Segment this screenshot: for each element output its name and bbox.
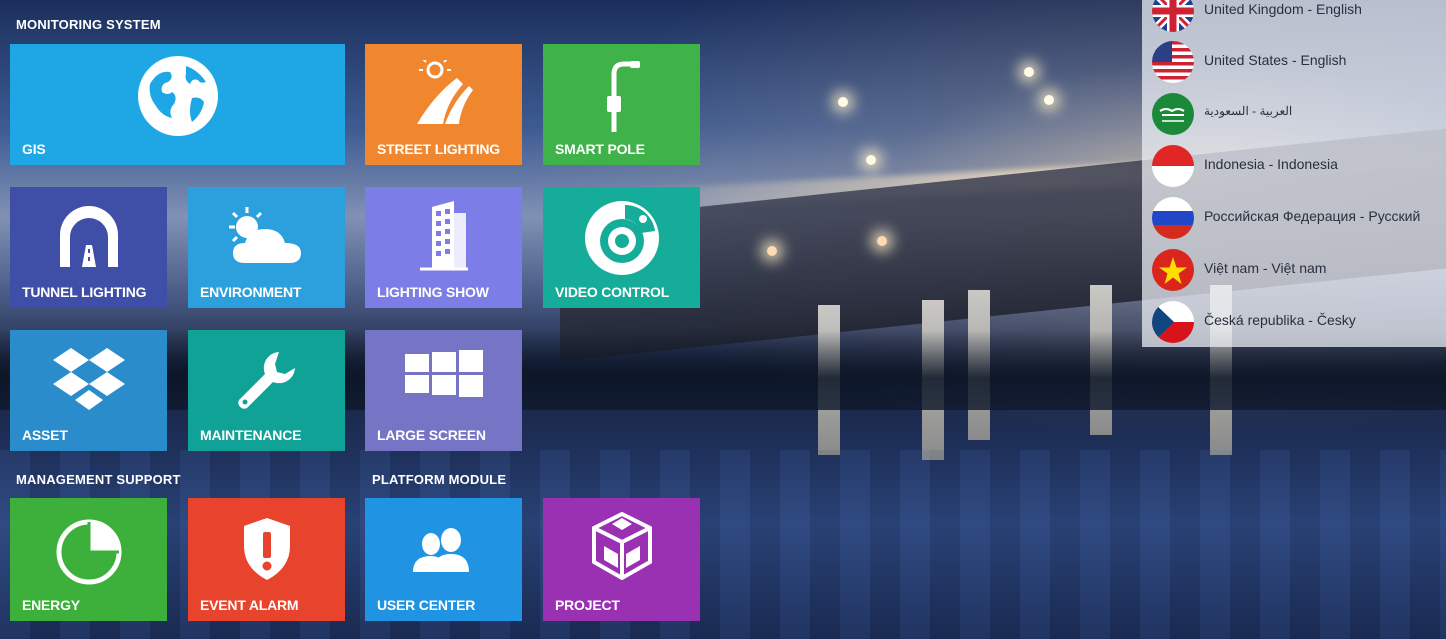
language-item-vietnam[interactable]: Việt nam - Việt nam xyxy=(1152,247,1446,291)
tile-environment-label: ENVIRONMENT xyxy=(200,284,302,300)
tile-street-lighting-label: STREET LIGHTING xyxy=(377,141,501,157)
czech-flag-icon xyxy=(1152,301,1194,343)
us-flag-icon xyxy=(1152,41,1194,83)
tile-large-screen[interactable]: LARGE SCREEN xyxy=(365,330,522,451)
tile-tunnel-lighting[interactable]: TUNNEL LIGHTING xyxy=(10,187,167,308)
language-item-uk[interactable]: United Kingdom - English xyxy=(1152,0,1446,32)
section-management-support: MANAGEMENT SUPPORT xyxy=(16,472,181,487)
project-cube-icon xyxy=(591,511,652,585)
tunnel-icon xyxy=(56,205,122,274)
tile-gis[interactable]: GIS xyxy=(10,44,345,165)
wrench-icon xyxy=(235,348,299,417)
language-list-panel: United Kingdom - English United States -… xyxy=(1142,0,1446,347)
tile-video-control-label: VIDEO CONTROL xyxy=(555,284,670,300)
alarm-shield-icon xyxy=(240,516,294,587)
tile-project-label: PROJECT xyxy=(555,597,620,613)
language-item-saudi[interactable]: العربية - السعودية xyxy=(1152,91,1446,135)
vietnam-flag-icon xyxy=(1152,249,1194,291)
pie-chart-icon xyxy=(55,518,123,591)
tile-smart-pole-label: SMART POLE xyxy=(555,141,645,157)
language-name: العربية - السعودية xyxy=(1204,104,1293,118)
language-name: Việt nam - Việt nam xyxy=(1204,260,1327,276)
tile-environment[interactable]: ENVIRONMENT xyxy=(188,187,345,308)
dropbox-icon xyxy=(51,346,127,417)
tile-tunnel-lighting-label: TUNNEL LIGHTING xyxy=(22,284,147,300)
windows-icon xyxy=(404,350,483,403)
language-item-russia[interactable]: Российская Федерация - Русский xyxy=(1152,195,1446,239)
camera-icon xyxy=(583,199,661,282)
section-platform-module: PLATFORM MODULE xyxy=(372,472,507,487)
tile-maintenance-label: MAINTENANCE xyxy=(200,427,302,443)
tile-project[interactable]: PROJECT xyxy=(543,498,700,621)
tile-lighting-show-label: LIGHTING SHOW xyxy=(377,284,489,300)
tile-asset[interactable]: ASSET xyxy=(10,330,167,451)
language-item-indonesia[interactable]: Indonesia - Indonesia xyxy=(1152,143,1446,187)
language-name: United States - English xyxy=(1204,52,1347,68)
tile-asset-label: ASSET xyxy=(22,427,68,443)
indonesia-flag-icon xyxy=(1152,145,1194,187)
tile-event-alarm[interactable]: EVENT ALARM xyxy=(188,498,345,621)
section-monitoring-system: MONITORING SYSTEM xyxy=(16,17,161,32)
building-icon xyxy=(416,199,472,276)
language-name: Indonesia - Indonesia xyxy=(1204,156,1338,172)
saudi-flag-icon xyxy=(1152,93,1194,135)
russia-flag-icon xyxy=(1152,197,1194,239)
language-name: United Kingdom - English xyxy=(1204,1,1362,17)
tile-event-alarm-label: EVENT ALARM xyxy=(200,597,299,613)
tile-user-center-label: USER CENTER xyxy=(377,597,476,613)
tile-lighting-show[interactable]: LIGHTING SHOW xyxy=(365,187,522,308)
tile-smart-pole[interactable]: SMART POLE xyxy=(543,44,700,165)
language-item-us[interactable]: United States - English xyxy=(1152,39,1446,83)
language-name: Российская Федерация - Русский xyxy=(1204,208,1421,224)
tile-gis-label: GIS xyxy=(22,141,46,157)
tile-large-screen-label: LARGE SCREEN xyxy=(377,427,486,443)
language-name: Česká republika - Česky xyxy=(1204,312,1356,328)
globe-icon xyxy=(136,54,220,143)
tile-video-control[interactable]: VIDEO CONTROL xyxy=(543,187,700,308)
language-item-czech[interactable]: Česká republika - Česky xyxy=(1152,299,1446,343)
users-icon xyxy=(411,528,477,577)
tile-energy[interactable]: ENERGY xyxy=(10,498,167,621)
uk-flag-icon xyxy=(1152,0,1194,32)
smart-pole-icon xyxy=(602,60,642,137)
tile-maintenance[interactable]: MAINTENANCE xyxy=(188,330,345,451)
street-light-icon xyxy=(413,58,475,131)
tile-energy-label: ENERGY xyxy=(22,597,80,613)
weather-icon xyxy=(223,205,311,270)
tile-user-center[interactable]: USER CENTER xyxy=(365,498,522,621)
tile-street-lighting[interactable]: STREET LIGHTING xyxy=(365,44,522,165)
